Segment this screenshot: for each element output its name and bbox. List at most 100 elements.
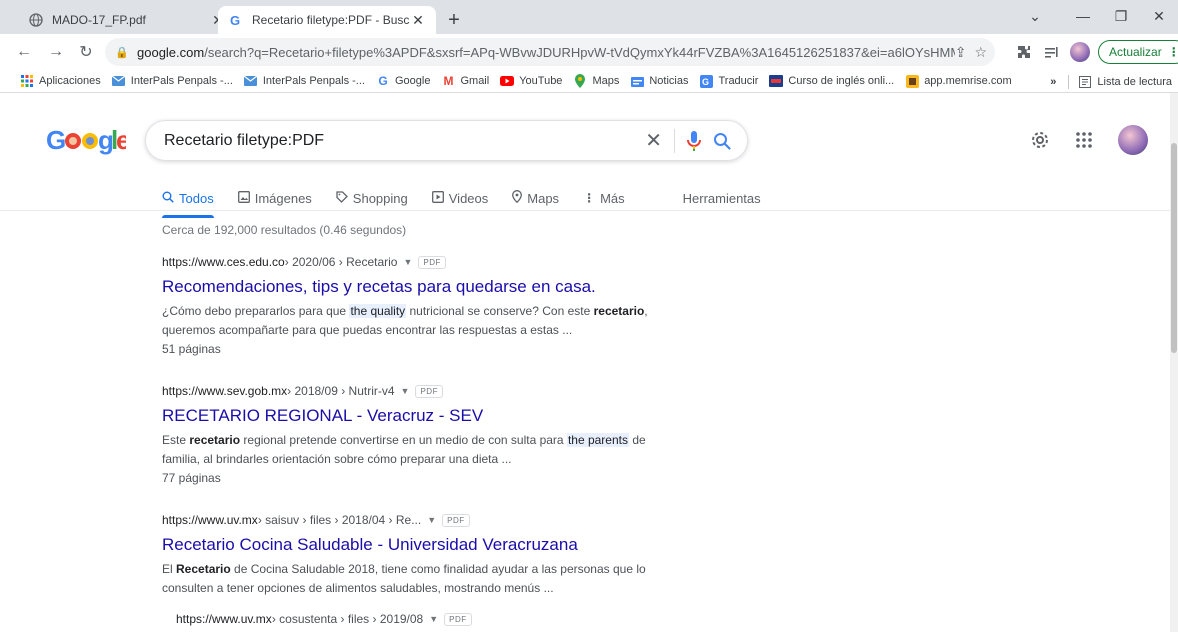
- url-text: google.com/search?q=Recetario+filetype%3…: [137, 44, 955, 60]
- bookmark-gmail[interactable]: M Gmail: [441, 74, 489, 88]
- svg-text:G: G: [230, 13, 240, 27]
- globe-icon: [28, 12, 44, 28]
- result-title-link[interactable]: Recetario Cocina Saludable - Universidad…: [162, 534, 662, 556]
- caret-down-icon[interactable]: ▼: [401, 386, 410, 396]
- tab-shopping[interactable]: Shopping: [336, 183, 408, 213]
- caret-down-icon[interactable]: ▼: [427, 515, 436, 525]
- more-vert-icon: ⋮: [583, 191, 596, 205]
- tab-search-chevron-icon[interactable]: ⌄: [1020, 4, 1050, 28]
- tab-herramientas[interactable]: Herramientas: [683, 183, 761, 213]
- tab-google-search[interactable]: G Recetario filetype:PDF - Buscar co ✕: [218, 6, 436, 34]
- bookmark-curso-ingles[interactable]: Curso de inglés onli...: [769, 74, 894, 88]
- search-icon: [162, 191, 174, 206]
- search-icon[interactable]: [713, 132, 731, 150]
- google-doodle-logo[interactable]: G g l e: [46, 125, 131, 162]
- browser-chrome: MADO-17_FP.pdf ✕ G Recetario filetype:PD…: [0, 0, 1178, 93]
- search-result: https://www.ces.edu.co › 2020/06 › Recet…: [162, 255, 662, 359]
- account-avatar[interactable]: [1118, 125, 1148, 155]
- bookmark-interpals-2[interactable]: InterPals Penpals -...: [244, 74, 365, 88]
- search-result: https://www.sev.gob.mx › 2018/09 › Nutri…: [162, 384, 662, 488]
- caret-down-icon[interactable]: ▼: [429, 614, 438, 624]
- tag-icon: [336, 190, 348, 206]
- lock-icon: 🔒: [115, 46, 129, 59]
- caret-down-icon[interactable]: ▼: [403, 257, 412, 267]
- translate-icon: G: [699, 74, 713, 88]
- update-button[interactable]: Actualizar ⋮: [1098, 40, 1178, 64]
- window-close-icon[interactable]: ✕: [1144, 4, 1174, 28]
- pdf-badge: PDF: [444, 612, 472, 626]
- tab-mas[interactable]: ⋮ Más: [583, 183, 625, 213]
- share-icon[interactable]: ⇪: [955, 44, 967, 61]
- restore-icon[interactable]: ❐: [1106, 4, 1136, 28]
- result-page-count: 51 páginas: [162, 342, 221, 356]
- search-input[interactable]: Recetario filetype:PDF ✕: [145, 120, 748, 161]
- map-pin-icon: [512, 190, 523, 206]
- reading-list-button[interactable]: Lista de lectura: [1079, 75, 1172, 88]
- mail-icon: [112, 74, 126, 88]
- bookmark-maps[interactable]: Maps: [573, 74, 619, 88]
- media-queue-icon[interactable]: [1044, 38, 1060, 66]
- extensions-icon[interactable]: [1016, 38, 1032, 66]
- svg-text:G: G: [46, 125, 65, 155]
- mail-icon: [244, 74, 258, 88]
- result-cite[interactable]: https://www.uv.mx › cosustenta › files ›…: [176, 612, 676, 626]
- result-cite[interactable]: https://www.uv.mx › saisuv › files › 201…: [162, 513, 662, 527]
- scrollbar-thumb[interactable]: [1171, 143, 1177, 353]
- more-vert-icon: ⋮: [1167, 45, 1178, 59]
- apps-grid-icon[interactable]: [1072, 125, 1096, 155]
- google-icon: G: [378, 74, 388, 88]
- new-tab-button[interactable]: +: [442, 8, 466, 32]
- bookmark-traducir[interactable]: G Traducir: [699, 74, 758, 88]
- reading-list-icon: [1079, 75, 1092, 88]
- page-scrollbar[interactable]: [1170, 93, 1178, 632]
- profile-avatar[interactable]: [1070, 38, 1090, 66]
- search-result-sublink: https://www.uv.mx › cosustenta › files ›…: [176, 612, 676, 626]
- bookmark-google[interactable]: G Google: [376, 74, 430, 88]
- tab-todos[interactable]: Todos: [162, 183, 214, 218]
- memrise-icon: [905, 74, 919, 88]
- search-result: https://www.uv.mx › saisuv › files › 201…: [162, 513, 662, 598]
- svg-text:e: e: [116, 125, 126, 155]
- tab-strip: MADO-17_FP.pdf ✕ G Recetario filetype:PD…: [0, 0, 1178, 34]
- result-page-count: 77 páginas: [162, 471, 221, 485]
- star-icon[interactable]: ☆: [974, 44, 987, 61]
- result-title-link[interactable]: RECETARIO REGIONAL - Veracruz - SEV: [162, 405, 662, 427]
- tab-mado-pdf[interactable]: MADO-17_FP.pdf ✕: [18, 6, 236, 34]
- header-divider: [0, 210, 1170, 211]
- svg-text:G: G: [702, 77, 709, 87]
- minimize-icon[interactable]: —: [1068, 4, 1098, 28]
- forward-arrow-icon[interactable]: →: [44, 40, 68, 64]
- tab-videos[interactable]: Videos: [431, 183, 488, 213]
- search-query: Recetario filetype:PDF: [164, 131, 325, 149]
- bookmarks-right: » Lista de lectura: [1050, 70, 1172, 93]
- news-icon: [630, 74, 644, 88]
- bookmark-memrise[interactable]: app.memrise.com: [905, 74, 1012, 88]
- result-stats: Cerca de 192,000 resultados (0.46 segund…: [162, 223, 407, 237]
- bookmark-noticias[interactable]: Noticias: [630, 74, 688, 88]
- clear-icon[interactable]: ✕: [645, 128, 662, 153]
- bookmarks-bar: Aplicaciones InterPals Penpals -... Inte…: [0, 70, 1178, 93]
- address-bar[interactable]: 🔒 google.com/search?q=Recetario+filetype…: [105, 38, 995, 66]
- tab-title: MADO-17_FP.pdf: [52, 13, 146, 27]
- maps-pin-icon: [573, 74, 587, 88]
- tab-imagenes[interactable]: Imágenes: [237, 183, 312, 213]
- course-icon: [769, 74, 784, 88]
- result-snippet: ¿Cómo debo prepararlos para que the qual…: [162, 304, 648, 337]
- bookmark-apps[interactable]: Aplicaciones: [20, 74, 101, 88]
- separator: [1068, 74, 1070, 89]
- settings-gear-icon[interactable]: [1028, 125, 1052, 155]
- bookmark-interpals-1[interactable]: InterPals Penpals -...: [112, 74, 233, 88]
- close-icon[interactable]: ✕: [410, 12, 426, 28]
- back-arrow-icon[interactable]: ←: [12, 40, 36, 64]
- result-cite[interactable]: https://www.sev.gob.mx › 2018/09 › Nutri…: [162, 384, 662, 398]
- result-title-link[interactable]: Recomendaciones, tips y recetas para que…: [162, 276, 662, 298]
- result-snippet: El Recetario de Cocina Saludable 2018, t…: [162, 562, 646, 595]
- bookmark-youtube[interactable]: YouTube: [500, 74, 562, 88]
- microphone-icon[interactable]: [687, 130, 701, 151]
- image-icon: [237, 190, 250, 206]
- more-bookmarks-button[interactable]: »: [1050, 76, 1056, 88]
- tab-maps[interactable]: Maps: [512, 183, 559, 213]
- result-cite[interactable]: https://www.ces.edu.co › 2020/06 › Recet…: [162, 255, 662, 269]
- reload-icon[interactable]: ↻: [74, 40, 98, 64]
- browser-toolbar: ← → ↻ 🔒 google.com/search?q=Recetario+fi…: [0, 34, 1178, 70]
